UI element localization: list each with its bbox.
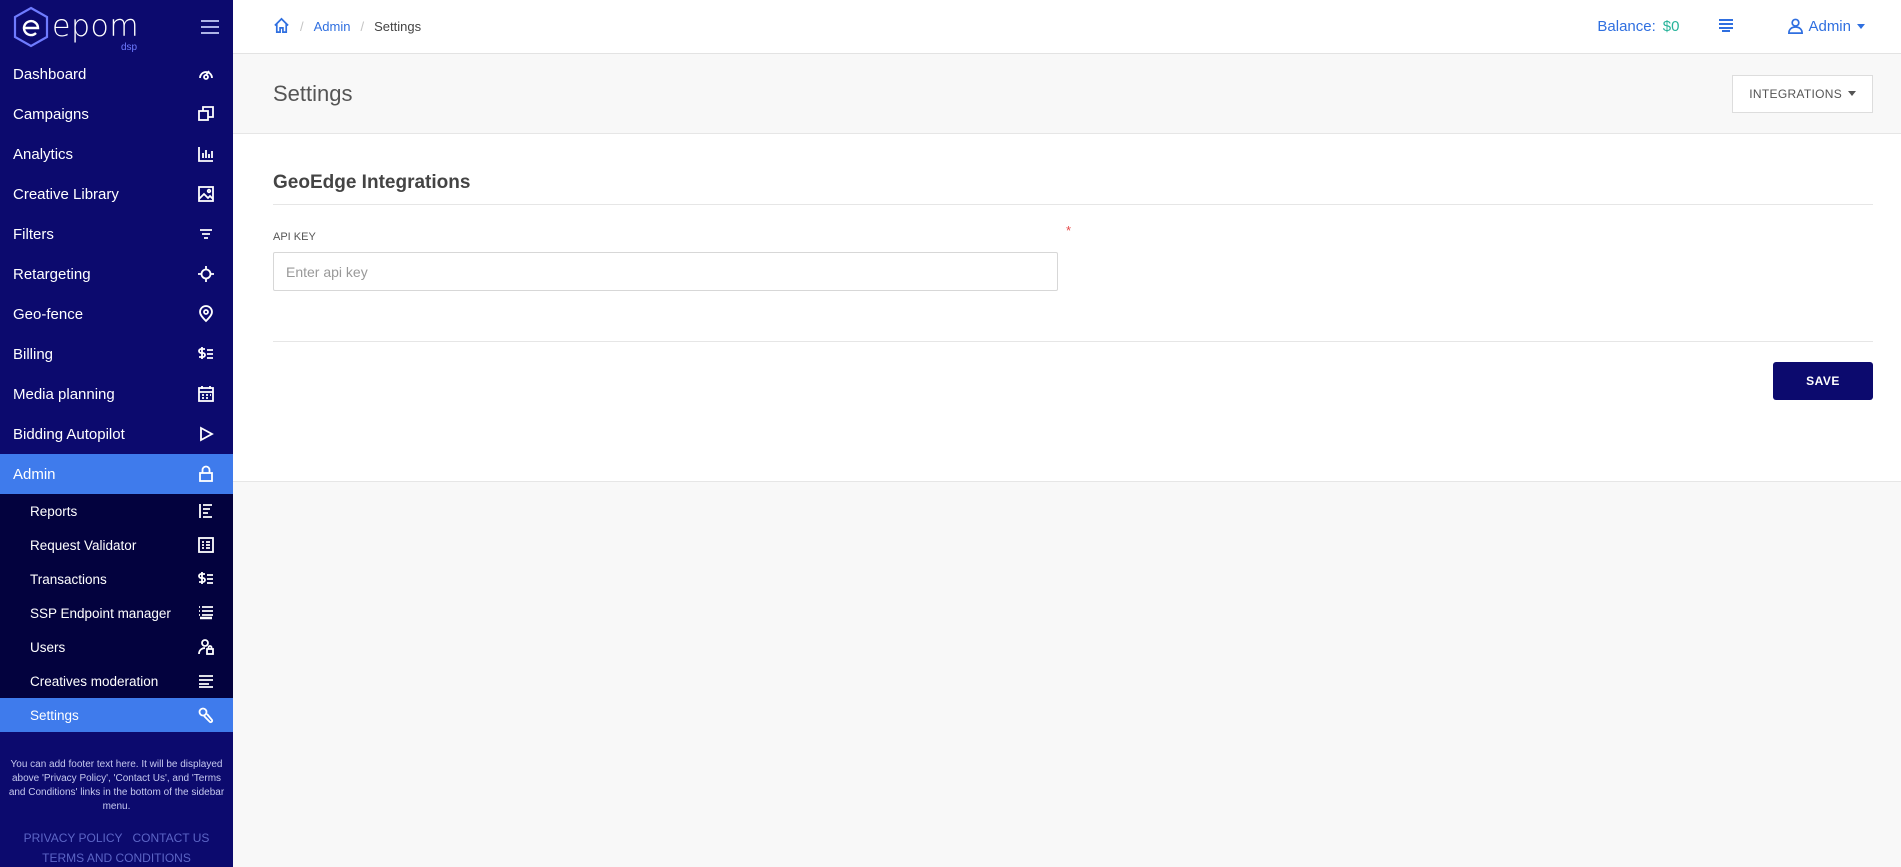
filter-icon — [196, 224, 216, 244]
nav-item-label: Retargeting — [13, 265, 91, 283]
nav-item-label: Geo-fence — [13, 305, 84, 323]
subnav-item-label: SSP Endpoint manager — [30, 605, 171, 621]
nav-item-geo-fence[interactable]: Geo-fence — [0, 294, 233, 334]
billing-icon — [196, 569, 216, 589]
topbar: / Admin / Settings Balance: $0 Admin — [233, 0, 1901, 54]
menu-toggle-icon[interactable] — [201, 20, 219, 34]
nav-item-label: Billing — [13, 345, 54, 363]
nav-item-admin[interactable]: Admin — [0, 454, 233, 494]
notifications-list-icon[interactable] — [1717, 16, 1735, 38]
nav-item-dashboard[interactable]: Dashboard — [0, 54, 233, 94]
table-icon — [196, 535, 216, 555]
subnav-item-label: Creatives moderation — [30, 673, 159, 689]
topbar-right: Balance: $0 Admin — [1597, 16, 1865, 38]
sidebar-footer-links: PRIVACY POLICY CONTACT US TERMS AND CONDI… — [0, 828, 233, 867]
moderation-icon — [196, 671, 216, 691]
home-icon[interactable] — [273, 17, 290, 37]
nav-item-label: Filters — [13, 225, 54, 243]
subnav-item-label: Request Validator — [30, 537, 137, 553]
subnav-item-label: Reports — [30, 503, 78, 519]
breadcrumb-admin-link[interactable]: Admin — [314, 19, 351, 34]
user-menu[interactable]: Admin — [1787, 18, 1865, 35]
terms-link[interactable]: TERMS AND CONDITIONS — [42, 851, 191, 865]
integrations-dropdown-button[interactable]: INTEGRATIONS — [1732, 74, 1873, 113]
api-key-input[interactable] — [273, 252, 1058, 291]
calendar-icon — [196, 384, 216, 404]
sidebar-header: epom dsp — [0, 0, 233, 54]
location-pin-icon — [196, 304, 216, 324]
subnav-item-creatives-moderation[interactable]: Creatives moderation — [0, 664, 233, 698]
subnav-item-users[interactable]: Users — [0, 630, 233, 664]
contact-us-link[interactable]: CONTACT US — [133, 831, 210, 845]
chevron-down-icon — [1857, 24, 1865, 29]
brand-sub: dsp — [120, 42, 138, 53]
billing-icon — [196, 344, 216, 364]
integrations-button-label: INTEGRATIONS — [1749, 86, 1842, 101]
balance-label: Balance: — [1597, 18, 1656, 35]
balance-value: $0 — [1662, 18, 1680, 35]
breadcrumb-current: Settings — [374, 19, 422, 34]
subnav-item-reports[interactable]: Reports — [0, 494, 233, 528]
page-title: Settings — [273, 80, 353, 106]
breadcrumb-separator: / — [360, 19, 365, 34]
nav-item-label: Admin — [13, 465, 56, 483]
api-key-label-row: API KEY * — [273, 223, 1073, 245]
analytics-icon — [196, 144, 216, 164]
subnav-item-transactions[interactable]: Transactions — [0, 562, 233, 596]
image-icon — [196, 184, 216, 204]
crosshair-icon — [196, 264, 216, 284]
nav-item-label: Dashboard — [13, 65, 87, 83]
nav-item-bidding-autopilot[interactable]: Bidding Autopilot — [0, 414, 233, 454]
nav-item-media-planning[interactable]: Media planning — [0, 374, 233, 414]
user-lock-icon — [196, 637, 216, 657]
user-icon — [1788, 18, 1804, 34]
nav-item-label: Analytics — [13, 145, 74, 163]
subnav-item-label: Settings — [30, 707, 79, 723]
nav-item-campaigns[interactable]: Campaigns — [0, 94, 233, 134]
campaigns-icon — [196, 104, 216, 124]
subnav-item-ssp-endpoint-manager[interactable]: SSP Endpoint manager — [0, 596, 233, 630]
settings-panel: GeoEdge Integrations API KEY * SAVE — [233, 134, 1901, 482]
brand-logo[interactable]: epom dsp — [12, 6, 140, 53]
nav-item-analytics[interactable]: Analytics — [0, 134, 233, 174]
sidebar: epom dsp Dashboard Campaigns Analytics C… — [0, 0, 233, 867]
lock-icon — [196, 464, 216, 484]
section-title: GeoEdge Integrations — [273, 172, 1873, 205]
nav-item-label: Media planning — [13, 385, 115, 403]
dashboard-icon — [196, 64, 216, 84]
subnav-item-settings[interactable]: Settings — [0, 698, 233, 732]
wrench-icon — [196, 705, 216, 725]
nav-item-label: Creative Library — [13, 185, 119, 203]
breadcrumb: / Admin / Settings — [273, 17, 421, 37]
admin-submenu: Reports Request Validator Transactions S… — [0, 494, 233, 732]
form-divider — [273, 341, 1873, 342]
reports-icon — [196, 501, 216, 521]
save-button[interactable]: SAVE — [1773, 362, 1873, 400]
ssp-list-icon — [196, 603, 216, 623]
api-key-label: API KEY — [273, 231, 316, 243]
subnav-item-label: Transactions — [30, 571, 107, 587]
subnav-item-request-validator[interactable]: Request Validator — [0, 528, 233, 562]
nav-item-filters[interactable]: Filters — [0, 214, 233, 254]
privacy-policy-link[interactable]: PRIVACY POLICY — [24, 831, 123, 845]
nav-item-label: Campaigns — [13, 105, 89, 123]
chevron-down-icon — [1848, 91, 1856, 96]
user-name: Admin — [1808, 18, 1851, 35]
nav-item-label: Bidding Autopilot — [13, 425, 125, 443]
subnav-item-label: Users — [30, 639, 66, 655]
nav-item-retargeting[interactable]: Retargeting — [0, 254, 233, 294]
sidebar-footer-text: You can add footer text here. It will be… — [8, 759, 225, 812]
hexagon-logo-icon — [13, 6, 49, 48]
play-icon — [196, 424, 216, 444]
nav-item-billing[interactable]: Billing — [0, 334, 233, 374]
breadcrumb-separator: / — [300, 19, 304, 34]
form-actions: SAVE — [273, 362, 1873, 400]
required-marker: * — [1066, 223, 1072, 238]
page-header: Settings INTEGRATIONS — [233, 54, 1901, 134]
brand-name: epom — [52, 9, 140, 44]
nav-item-creative-library[interactable]: Creative Library — [0, 174, 233, 214]
